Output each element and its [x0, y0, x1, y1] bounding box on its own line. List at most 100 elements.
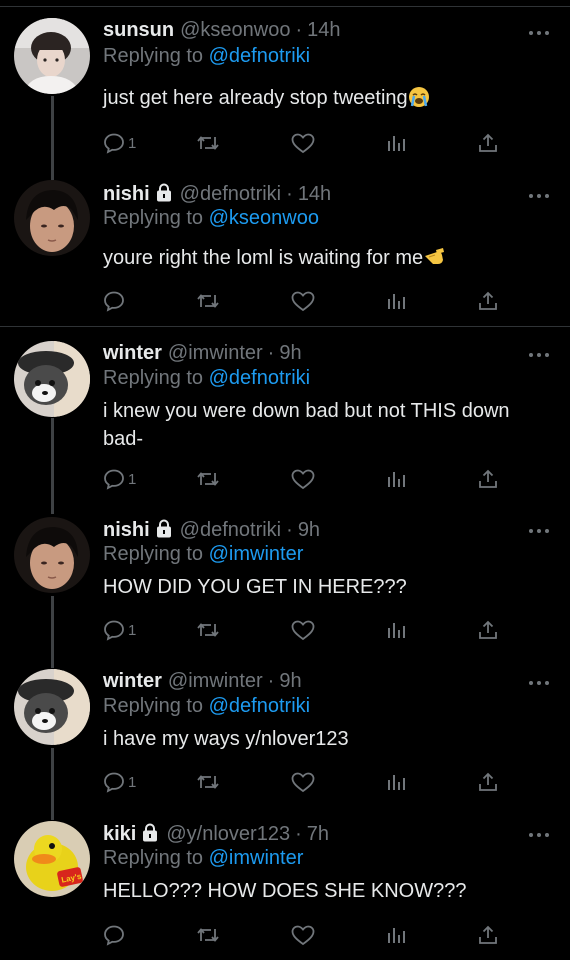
timestamp[interactable]: 7h: [307, 823, 329, 845]
display-name[interactable]: winter: [103, 342, 162, 364]
handle[interactable]: @imwinter: [168, 342, 263, 364]
more-options-icon[interactable]: [528, 25, 550, 35]
analytics-button[interactable]: [384, 767, 408, 797]
share-icon: [479, 772, 497, 791]
timestamp[interactable]: 14h: [307, 19, 340, 41]
lock-icon: [156, 183, 171, 202]
heart-icon: [291, 469, 315, 490]
avatar[interactable]: [14, 341, 90, 417]
more-options-icon[interactable]: [528, 188, 550, 198]
mention-link[interactable]: @defnotriki: [209, 695, 310, 717]
display-name[interactable]: kiki: [103, 823, 136, 845]
reply-button[interactable]: 1: [102, 128, 136, 158]
tweet[interactable]: winter @imwinter · 9h Replying to @defnotri…: [0, 327, 570, 503]
analytics-icon: [388, 623, 405, 638]
more-options-icon[interactable]: [528, 347, 550, 357]
timestamp[interactable]: 9h: [298, 519, 320, 541]
reply-button[interactable]: [102, 920, 128, 950]
analytics-button[interactable]: [384, 615, 408, 645]
tweet-text: HELLO??? HOW DOES SHE KNOW???: [103, 880, 467, 902]
tweet[interactable]: nishi @defnotriki · 9h Replying to @imwinte…: [0, 503, 570, 655]
separator-dot: ·: [267, 670, 275, 692]
tweet-actions: [100, 920, 510, 950]
handle[interactable]: @kseonwoo: [180, 19, 290, 41]
reply-icon: [104, 291, 124, 312]
share-button[interactable]: [476, 920, 500, 950]
retweet-icon: [197, 623, 219, 637]
mention-link[interactable]: @imwinter: [209, 847, 304, 869]
mention-link[interactable]: @kseonwoo: [209, 207, 319, 229]
share-button[interactable]: [476, 128, 500, 158]
like-button[interactable]: [290, 128, 316, 158]
retweet-icon: [197, 928, 219, 942]
reply-button[interactable]: 1: [102, 464, 136, 494]
tweet[interactable]: sunsun @kseonwoo · 14h Replying to @defnotr…: [0, 0, 570, 166]
mention-link[interactable]: @defnotriki: [209, 45, 310, 67]
more-options-icon[interactable]: [528, 675, 550, 685]
share-button[interactable]: [476, 286, 500, 316]
mention-link[interactable]: @defnotriki: [209, 367, 310, 389]
timestamp[interactable]: 9h: [279, 342, 301, 364]
display-name[interactable]: winter: [103, 670, 162, 692]
avatar[interactable]: [14, 18, 90, 94]
retweet-button[interactable]: [195, 464, 221, 494]
timestamp[interactable]: 9h: [279, 670, 301, 692]
like-button[interactable]: [290, 464, 316, 494]
avatar[interactable]: Lay's: [14, 821, 90, 897]
timestamp[interactable]: 14h: [298, 183, 331, 205]
tweet-actions: 1: [100, 615, 510, 645]
retweet-button[interactable]: [195, 767, 221, 797]
reply-button[interactable]: [102, 286, 128, 316]
heart-icon: [291, 133, 315, 154]
retweet-button[interactable]: [195, 920, 221, 950]
retweet-button[interactable]: [195, 128, 221, 158]
handle[interactable]: @y/nlover123: [166, 823, 290, 845]
retweet-button[interactable]: [195, 286, 221, 316]
avatar[interactable]: [14, 517, 90, 593]
avatar[interactable]: [14, 669, 90, 745]
avatar[interactable]: [14, 180, 90, 256]
tweet[interactable]: winter @imwinter · 9h Replying to @defnotri…: [0, 655, 570, 807]
heart-icon: [291, 620, 315, 641]
share-button[interactable]: [476, 464, 500, 494]
more-options-icon[interactable]: [528, 523, 550, 533]
share-button[interactable]: [476, 615, 500, 645]
like-button[interactable]: [290, 286, 316, 316]
reply-button[interactable]: 1: [102, 767, 136, 797]
display-name[interactable]: nishi: [103, 519, 150, 541]
tweet[interactable]: Lay's kiki @y/nlover123 · 7h Replying to @i…: [0, 807, 570, 960]
share-button[interactable]: [476, 767, 500, 797]
like-button[interactable]: [290, 920, 316, 950]
display-name[interactable]: sunsun: [103, 19, 174, 41]
like-button[interactable]: [290, 615, 316, 645]
retweet-button[interactable]: [195, 615, 221, 645]
replying-to-prefix: Replying to: [103, 207, 204, 229]
handle[interactable]: @defnotriki: [180, 183, 281, 205]
tweet-text: i have my ways y/nlover123: [103, 728, 349, 750]
lock-icon: [156, 519, 171, 538]
mention-link[interactable]: @imwinter: [209, 543, 304, 565]
reply-icon: [104, 133, 124, 154]
tweet[interactable]: nishi @defnotriki · 14h Replying to @kseonw…: [0, 166, 570, 326]
analytics-button[interactable]: [384, 920, 408, 950]
replying-to: Replying to @defnotriki: [103, 44, 310, 68]
replying-to-prefix: Replying to: [103, 543, 204, 565]
analytics-button[interactable]: [384, 286, 408, 316]
handle[interactable]: @imwinter: [168, 670, 263, 692]
replying-to: Replying to @imwinter: [103, 846, 303, 870]
display-name[interactable]: nishi: [103, 183, 150, 205]
handle[interactable]: @defnotriki: [180, 519, 281, 541]
share-icon: [479, 469, 497, 488]
tweet-actions: 1: [100, 767, 510, 797]
like-button[interactable]: [290, 767, 316, 797]
replying-to-prefix: Replying to: [103, 847, 204, 869]
analytics-button[interactable]: [384, 464, 408, 494]
analytics-icon: [388, 472, 405, 487]
share-icon: [479, 291, 497, 310]
separator-dot: ·: [295, 19, 303, 41]
analytics-button[interactable]: [384, 128, 408, 158]
more-options-icon[interactable]: [528, 827, 550, 837]
analytics-icon: [388, 928, 405, 943]
reply-count: 1: [128, 621, 137, 639]
reply-button[interactable]: 1: [102, 615, 136, 645]
